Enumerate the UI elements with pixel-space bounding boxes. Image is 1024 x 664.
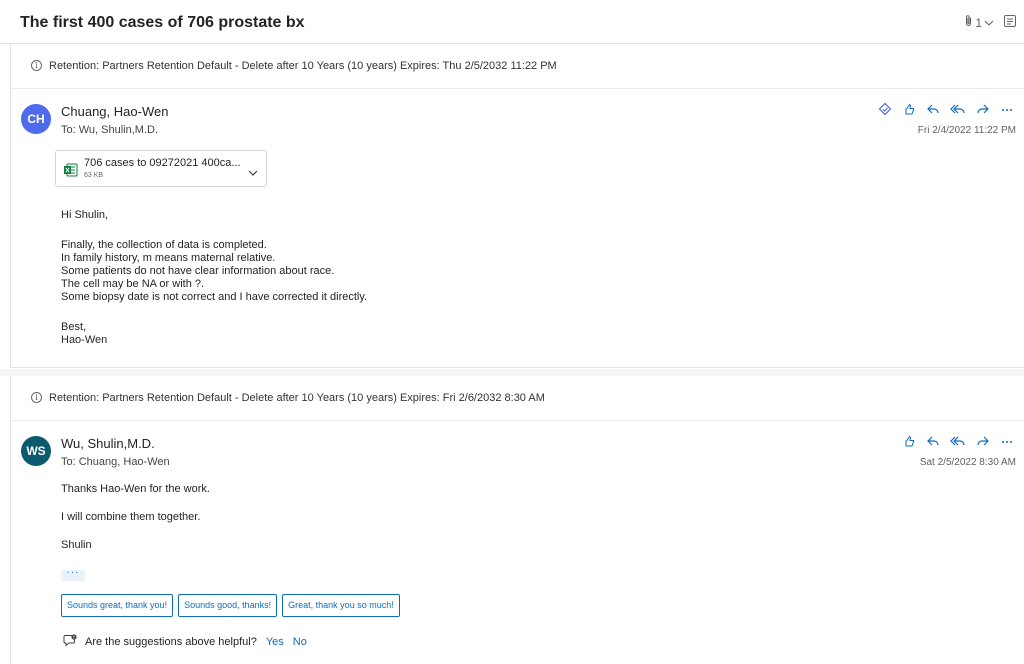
retention-banner: i Retention: Partners Retention Default … [11,44,1024,89]
attachment-size: 63 KB [84,172,104,179]
sender-name[interactable]: Wu, Shulin,M.D. [61,436,155,451]
suggestion-feedback: Are the suggestions above helpful? Yes N… [63,634,307,650]
message-2: i Retention: Partners Retention Default … [10,376,1024,664]
excel-icon [64,163,78,177]
message-divider [0,369,1024,376]
signature: Shulin [61,539,92,551]
more-icon[interactable] [1000,102,1014,116]
reply-icon[interactable] [926,102,940,116]
feedback-yes-link[interactable]: Yes [266,636,284,648]
paperclip-icon[interactable] [964,14,973,31]
like-icon[interactable] [902,434,916,448]
info-icon: i [31,60,42,71]
suggested-reply-button[interactable]: Sounds great, thank you! [61,594,174,617]
greeting: Hi Shulin, [61,209,109,221]
forward-icon[interactable] [976,102,990,116]
reply-all-icon[interactable] [950,434,966,448]
email-subject: The first 400 cases of 706 prostate bx [20,14,305,31]
suggested-reply-button[interactable]: Great, thank you so much! [282,594,400,617]
show-more-button[interactable]: ··· [61,568,85,581]
attachment-card[interactable]: 706 cases to 09272021 400ca... 63 KB [55,150,267,187]
retention-text: Retention: Partners Retention Default - … [49,392,545,404]
body-line: In family history, m means maternal rela… [61,252,276,264]
feedback-no-link[interactable]: No [293,636,307,648]
suggested-reply-button[interactable]: Sounds good, thanks! [178,594,278,617]
body-line: Some patients do not have clear informat… [61,265,335,277]
attachment-name: 706 cases to 09272021 400ca... [84,157,241,169]
chevron-down-icon[interactable] [984,16,994,30]
message-actions [902,434,1014,448]
body-line: Some biopsy date is not correct and I ha… [61,291,368,303]
sent-date: Fri 2/4/2022 11:22 PM [917,125,1016,136]
chevron-down-icon[interactable] [248,164,258,182]
reply-icon[interactable] [926,434,940,448]
message-actions [878,102,1014,116]
recipients[interactable]: To: Chuang, Hao-Wen [61,456,170,468]
recipients[interactable]: To: Wu, Shulin,M.D. [61,124,158,136]
feedback-icon [63,634,77,650]
message-1: i Retention: Partners Retention Default … [10,44,1024,368]
immersive-reader-icon[interactable] [1004,15,1016,30]
body-line: Finally, the collection of data is compl… [61,239,267,251]
body-line: Thanks Hao-Wen for the work. [61,483,210,495]
loop-icon[interactable] [878,102,892,116]
retention-banner: i Retention: Partners Retention Default … [11,376,1024,421]
sent-date: Sat 2/5/2022 8:30 AM [919,457,1016,468]
suggested-replies: Sounds great, thank you! Sounds good, th… [61,594,400,617]
more-icon[interactable] [1000,434,1014,448]
avatar[interactable]: WS [21,436,51,466]
signoff: Best, [61,321,87,333]
like-icon[interactable] [902,102,916,116]
subject-tools: 1 [964,14,1016,31]
retention-text: Retention: Partners Retention Default - … [49,60,557,72]
attachment-count[interactable]: 1 [975,16,982,30]
subject-bar: The first 400 cases of 706 prostate bx 1 [0,0,1024,44]
reply-all-icon[interactable] [950,102,966,116]
sender-name[interactable]: Chuang, Hao-Wen [61,104,168,119]
body-line: I will combine them together. [61,511,201,523]
forward-icon[interactable] [976,434,990,448]
body-line: The cell may be NA or with ?. [61,278,205,290]
avatar[interactable]: CH [21,104,51,134]
signature: Hao-Wen [61,334,108,346]
info-icon: i [31,392,42,403]
feedback-question: Are the suggestions above helpful? [85,636,257,648]
